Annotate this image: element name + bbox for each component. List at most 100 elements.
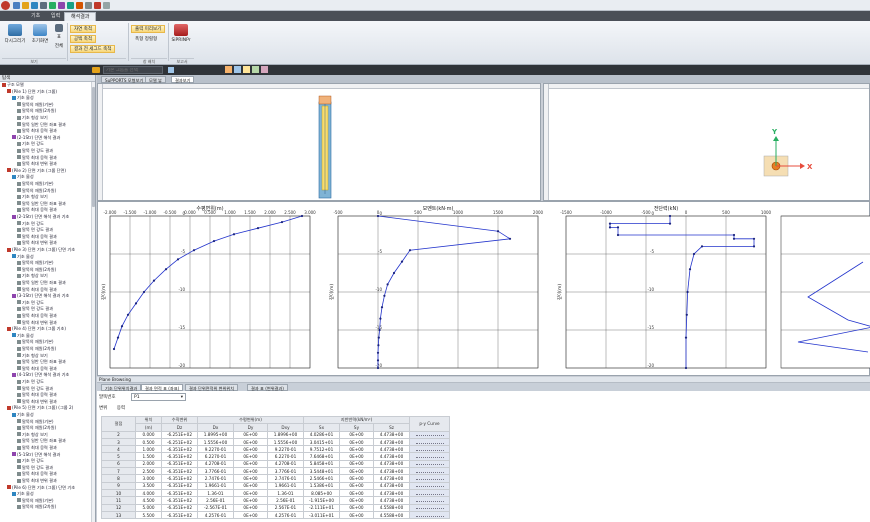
tree-item[interactable]: 말뚝 최대 응력 결과 bbox=[17, 207, 57, 213]
tree-item[interactable]: 말뚝 면 강도 결과 bbox=[17, 148, 53, 154]
tree-item[interactable]: 말뚝 최대 변위 결과 bbox=[17, 320, 57, 326]
tree-item[interactable]: 말뚝의 재원(기본) bbox=[17, 498, 54, 504]
py-curve-cell[interactable] bbox=[409, 459, 450, 469]
table-row[interactable]: 6 2.000 -6.351E+02 4.2708-01 0E+00 4.2708-01 5… bbox=[101, 459, 450, 469]
py-curve-cell[interactable] bbox=[409, 430, 450, 439]
tree-item[interactable]: 말뚝의 재원(기본) bbox=[17, 181, 54, 187]
table-row[interactable]: 8 3.000 -6.351E+02 2.7476-01 0E+00 2.7476-01 2… bbox=[101, 474, 450, 483]
tree-item[interactable]: 기초 면 강도 bbox=[17, 300, 44, 306]
py-curve-cell[interactable] bbox=[409, 467, 450, 476]
tree-item[interactable]: 기초 면 강도 bbox=[17, 221, 44, 227]
tree-item[interactable]: 기초 형상 보기 bbox=[17, 115, 48, 121]
fit-all-button[interactable]: 전체 bbox=[52, 43, 66, 49]
tree-item[interactable]: 말뚝 최대 응력 결과 bbox=[17, 471, 57, 477]
tree-item[interactable]: 말뚝 최대 응력 결과 bbox=[17, 287, 57, 293]
tree-item[interactable]: 기초 형상 보기 bbox=[17, 194, 48, 200]
ribbon-tab-results[interactable]: 해석결과 bbox=[64, 12, 97, 21]
py-curve-cell[interactable] bbox=[409, 474, 450, 483]
tree-item[interactable]: 말뚝의 재원(2차원) bbox=[17, 108, 56, 114]
bottom-tab-1[interactable]: 결과 면적 표 (좌표) bbox=[141, 384, 184, 391]
table-button[interactable]: 표 bbox=[52, 24, 66, 40]
tree-item[interactable]: 기초 형상 보기 bbox=[17, 273, 48, 279]
tree-item[interactable]: 기초 물성 bbox=[12, 95, 34, 101]
tree-item[interactable]: 말뚝 최대 응력 결과 bbox=[17, 366, 57, 372]
tree-item[interactable]: 말뚝의 재원(기본) bbox=[17, 339, 54, 345]
view-mode-2-icon[interactable] bbox=[234, 66, 241, 73]
tree-item[interactable]: 말뚝 최대 응력 결과 bbox=[17, 313, 57, 319]
table-row[interactable]: 3 0.500 -6.251E+02 1.5556+00 0E+00 1.5556+00 3… bbox=[101, 437, 450, 447]
tree-item[interactable]: 기초 형상 보기 bbox=[17, 353, 48, 359]
settings-icon[interactable] bbox=[58, 2, 65, 9]
toolbar-search-input[interactable] bbox=[103, 66, 163, 74]
app-logo-icon[interactable] bbox=[1, 1, 10, 10]
tree-item[interactable]: (5-1Str) 단면 해석 결과 bbox=[12, 452, 60, 458]
tree-scroll-thumb[interactable] bbox=[92, 87, 95, 207]
open-icon[interactable] bbox=[22, 2, 29, 9]
subtab-stress[interactable]: 응력 bbox=[117, 406, 125, 411]
bottom-tab-2[interactable]: 결과 단위면적위 변위위치 bbox=[185, 384, 239, 391]
view-mode-1-icon[interactable] bbox=[225, 66, 232, 73]
tree-item[interactable]: 말뚝의 재원(기본) bbox=[17, 419, 54, 425]
align-layout-button[interactable]: 폭형 정렬형 bbox=[131, 35, 161, 43]
tree-item[interactable]: 기초 형상 보기 bbox=[17, 432, 48, 438]
print-icon[interactable] bbox=[40, 2, 47, 9]
py-curve-cell[interactable] bbox=[409, 437, 450, 447]
tree-item[interactable]: 기초 물성 bbox=[12, 174, 34, 180]
table-row[interactable]: 5 1.500 -6.351E+02 6.2270-01 0E+00 6.2270-01 7… bbox=[101, 452, 450, 461]
py-curve-cell[interactable] bbox=[409, 496, 450, 505]
tree-item[interactable]: 말뚝 면 강도 결과 bbox=[17, 227, 53, 233]
tree-item[interactable]: 말뚝의 재원(2차원) bbox=[17, 425, 56, 431]
natural-scale-button[interactable]: 자연 축척 bbox=[70, 25, 96, 33]
tree-item[interactable]: 말뚝 최대 응력 결과 bbox=[17, 155, 57, 161]
tree-item[interactable]: 말뚝 최대 변위 결과 bbox=[17, 161, 57, 167]
tree-item[interactable]: 말뚝 면 강도 결과 bbox=[17, 306, 53, 312]
py-curve-link[interactable] bbox=[415, 442, 444, 444]
view-mode-3-icon[interactable] bbox=[243, 66, 250, 73]
py-curve-link[interactable] bbox=[415, 515, 444, 517]
tree-item[interactable]: 말뚝 일반 단면 좌표 결과 bbox=[17, 201, 66, 207]
py-curve-cell[interactable] bbox=[409, 510, 450, 520]
table-row[interactable]: 10 4.000 -6.351E+02 1.36-01 0E+00 1.36-01 8.08… bbox=[101, 488, 450, 498]
tree-item[interactable]: 기초 물성 bbox=[12, 412, 34, 418]
py-curve-link[interactable] bbox=[415, 471, 444, 473]
tree-item[interactable]: 말뚝 최대 응력 결과 bbox=[17, 128, 57, 134]
new-icon[interactable] bbox=[13, 2, 20, 9]
py-curve-link[interactable] bbox=[415, 464, 444, 466]
view-mode-5-icon[interactable] bbox=[261, 66, 268, 73]
tree-item[interactable]: 말뚝의 재원(2차원) bbox=[17, 188, 56, 194]
redraw-button[interactable]: 다시그리기 bbox=[2, 24, 28, 44]
tree-item[interactable]: 말뚝 최대 변위 결과 bbox=[17, 399, 57, 405]
tree-item[interactable]: 말뚝 일반 단면 좌표 결과 bbox=[17, 280, 66, 286]
tree-item[interactable]: 말뚝 일반 단면 좌표 결과 bbox=[17, 438, 66, 444]
tree-item[interactable]: 말뚝 최대 변위 결과 bbox=[17, 240, 57, 246]
tree-item[interactable]: 말뚝 최대 응력 결과 bbox=[17, 392, 57, 398]
group-select-input[interactable] bbox=[104, 67, 162, 74]
tree-item[interactable]: (Pile 1) 단면 기초 (그룹) bbox=[7, 89, 57, 95]
tree-item[interactable]: 말뚝의 재원(2차원) bbox=[17, 267, 56, 273]
tree-item[interactable]: 말뚝 일반 단면 좌표 결과 bbox=[17, 359, 66, 365]
subtab-displacement[interactable]: 변위 bbox=[99, 406, 107, 411]
py-curve-cell[interactable] bbox=[409, 488, 450, 498]
undo-icon[interactable] bbox=[67, 2, 74, 9]
py-curve-link[interactable] bbox=[415, 449, 444, 451]
py-curve-link[interactable] bbox=[415, 435, 444, 437]
tree-item[interactable]: 기초 물성 bbox=[12, 491, 34, 497]
doc-tab-results[interactable]: 결과보기 bbox=[171, 76, 195, 83]
tree-item[interactable]: (3-1Str) 단면 해석 결과 기초 bbox=[12, 293, 69, 299]
table-row[interactable]: 9 3.500 -6.351E+02 1.9661-01 0E+00 1.9661-01 1… bbox=[101, 481, 450, 490]
pile-selector[interactable]: P1 ▾ bbox=[131, 393, 186, 401]
tree-item[interactable]: (Pile 3) 단면 기초 (그룹) 단면 기초 bbox=[7, 247, 75, 253]
doc-tab-model[interactable]: 모델 뷰 bbox=[145, 76, 166, 83]
table-row[interactable]: 2 0.000 -6.251E+02 1.8995+00 0E+00 1.8996+00 4… bbox=[101, 430, 450, 439]
doc-tab-model-view[interactable]: SuPPORTS 모형보기 bbox=[101, 76, 148, 83]
tree-item[interactable]: (Pile 6) 단면 기초 (그룹) 단면 기초 bbox=[7, 485, 75, 491]
tree-item[interactable]: (Pile 5) 단면 기초 (그룹) (그룹 2) bbox=[7, 405, 73, 411]
toolbar-refresh-icon[interactable] bbox=[168, 67, 174, 73]
save-icon[interactable] bbox=[31, 2, 38, 9]
tree-scrollbar[interactable] bbox=[91, 82, 95, 522]
result-plots-area[interactable]: -2.000 -1.500 -1.000 -0.500 0.000 0.500 1.000 1… bbox=[97, 201, 870, 376]
export-icon[interactable] bbox=[49, 2, 56, 9]
toolbar-folder-icon[interactable] bbox=[92, 67, 100, 73]
redo-icon[interactable] bbox=[76, 2, 83, 9]
py-curve-link[interactable] bbox=[415, 479, 444, 481]
